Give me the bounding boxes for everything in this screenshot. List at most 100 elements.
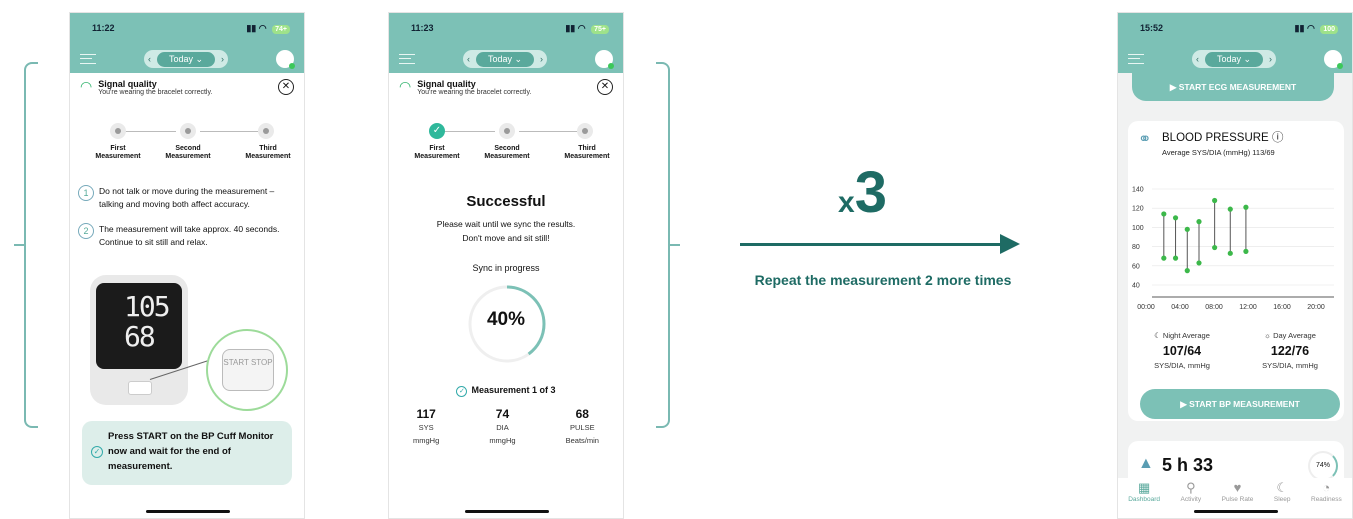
instruction-text: The measurement will take approx. 40 sec… [99,224,280,247]
home-indicator [1194,510,1278,513]
tab-label: Dashboard [1128,496,1161,503]
prev-day-icon[interactable]: ‹ [148,54,151,64]
device-icon[interactable] [1323,50,1343,69]
value-label: DIA [496,423,509,432]
instruction-2: 2 The measurement will take approx. 40 s… [78,223,298,249]
step-label-1: First Measurement [95,145,141,160]
value-unit: mmgHg [489,436,516,445]
home-indicator [146,510,230,513]
date-selector[interactable]: ‹ Today ⌄ › [143,50,229,68]
menu-icon[interactable] [80,54,96,64]
blood-pressure-icon: ⚭ [1138,131,1152,148]
step-done-icon: ✓ [429,123,445,139]
tab-dashboard[interactable]: ▦ Dashboard [1128,480,1160,518]
value-label: SYS [418,423,434,432]
tab-readiness[interactable]: ◔ Readiness [1311,480,1342,518]
menu-icon[interactable] [1128,54,1144,64]
arrow-right-icon [1000,234,1020,254]
dashboard-content: ▶ START ECG MEASUREMENT ⚭ BLOOD PRESSURE… [1118,73,1352,501]
wifi-icon: ◠ [80,78,93,94]
measurement-steps: ✓ First Measurement Second Measurement T… [397,123,615,163]
dia-point [1184,268,1190,274]
repeat-count: x3 [838,164,887,222]
pulse-value: 68 PULSE Beats/min [566,407,599,447]
gauge-icon: ◔ [1322,480,1331,495]
close-button[interactable]: ✕ [278,79,294,95]
signal-title: Signal quality [98,79,157,89]
sleep-card-icon: ▲ [1138,455,1154,472]
date-dropdown[interactable]: Today ⌄ [1204,51,1264,67]
start-stop-label: START STOP [222,349,274,391]
left-bracket-nub [14,244,24,246]
step-dot-3 [577,123,593,139]
step-label-2: Second Measurement [165,145,211,160]
y-tick-label: 100 [1132,225,1144,232]
dashboard-icon: ▦ [1137,480,1151,495]
next-day-icon[interactable]: › [540,54,543,64]
device-icon[interactable] [594,50,614,69]
day-value: 122/76 [1270,344,1310,358]
day-label: Day Average [1273,331,1316,340]
signal-title: Signal quality [417,79,476,89]
close-button[interactable]: ✕ [597,79,613,95]
right-bracket-nub [670,244,680,246]
value-number: 68 [575,407,589,421]
ecg-button-label: START ECG MEASUREMENT [1178,82,1297,92]
instruction-text: Do not talk or move during the measureme… [99,186,275,209]
step-label-1: First Measurement [414,145,460,160]
step-line [439,131,495,132]
y-tick-label: 40 [1132,283,1140,290]
start-ecg-button[interactable]: ▶ START ECG MEASUREMENT [1132,73,1334,101]
bp-subtitle: Average SYS/DIA (mmHg) 113/69 [1162,148,1275,157]
clock: 11:23 [411,23,434,33]
tab-label: Sleep [1273,496,1291,503]
value-number: 117 [416,407,436,421]
prev-day-icon[interactable]: ‹ [467,54,470,64]
monitor-dia: 68 [124,320,156,353]
arrow-line [740,243,1004,246]
status-icons: ▮▮ ◠ 75+ [565,23,609,34]
date-selector[interactable]: ‹ Today ⌄ › [462,50,548,68]
night-value: 107/64 [1162,344,1202,358]
date-selector[interactable]: ‹ Today ⌄ › [1191,50,1277,68]
dia-point [1227,250,1233,256]
info-icon[interactable]: ⓘ [1272,132,1284,144]
step-line [200,131,258,132]
sleep-value: 5 h 33 [1162,455,1214,475]
step-dot-2 [180,123,196,139]
step-number-icon: 2 [78,223,94,239]
right-bracket [656,62,670,428]
sys-point [1227,206,1233,212]
start-bp-button[interactable]: ▶ START BP MEASUREMENT [1140,389,1340,419]
sync-label: Sync in progress [472,263,540,273]
x-tick-label: 12:00 [1239,304,1257,311]
device-icon[interactable] [275,50,295,69]
monitor-sys: 105 [124,290,171,323]
date-dropdown[interactable]: Today ⌄ [475,51,535,67]
phone-screen-dashboard: 15:52 ▮▮ ◠ 100 ‹ Today ⌄ › ▶ START ECG M… [1117,12,1353,519]
dia-point [1172,255,1179,261]
next-day-icon[interactable]: › [221,54,224,64]
instruction-1: 1 Do not talk or move during the measure… [78,185,298,211]
averages: ☾ Night Average 107/64 SYS/DIA, mmHg ☼ D… [1128,331,1344,370]
success-sub-1: Please wait until we sync the results. [436,219,576,229]
sys-value: 117 SYS mmgHg [413,407,439,447]
step-number-icon: 1 [78,185,94,201]
top-bar: 11:23 ▮▮ ◠ 75+ ‹ Today ⌄ › [389,13,623,73]
instruction-notice: ✓ Press START on the BP Cuff Monitor now… [82,421,292,485]
check-icon: ✓ [456,386,468,397]
success-subtitle: Please wait until we sync the results. D… [389,217,623,245]
date-dropdown[interactable]: Today ⌄ [156,51,216,67]
heart-icon: ♥ [1233,480,1242,495]
status-icons: ▮▮ ◠ 74+ [246,23,290,34]
wifi-icon: ◠ [399,78,412,94]
step-line [120,131,176,132]
next-day-icon[interactable]: › [1269,54,1272,64]
status-bar: 11:22 ▮▮ ◠ 74+ [92,23,290,34]
prev-day-icon[interactable]: ‹ [1196,54,1199,64]
date-label: Today [1216,53,1241,64]
menu-icon[interactable] [399,54,415,64]
x-tick-label: 04:00 [1171,304,1189,311]
dia-point [1243,248,1249,254]
sys-point [1243,204,1249,210]
